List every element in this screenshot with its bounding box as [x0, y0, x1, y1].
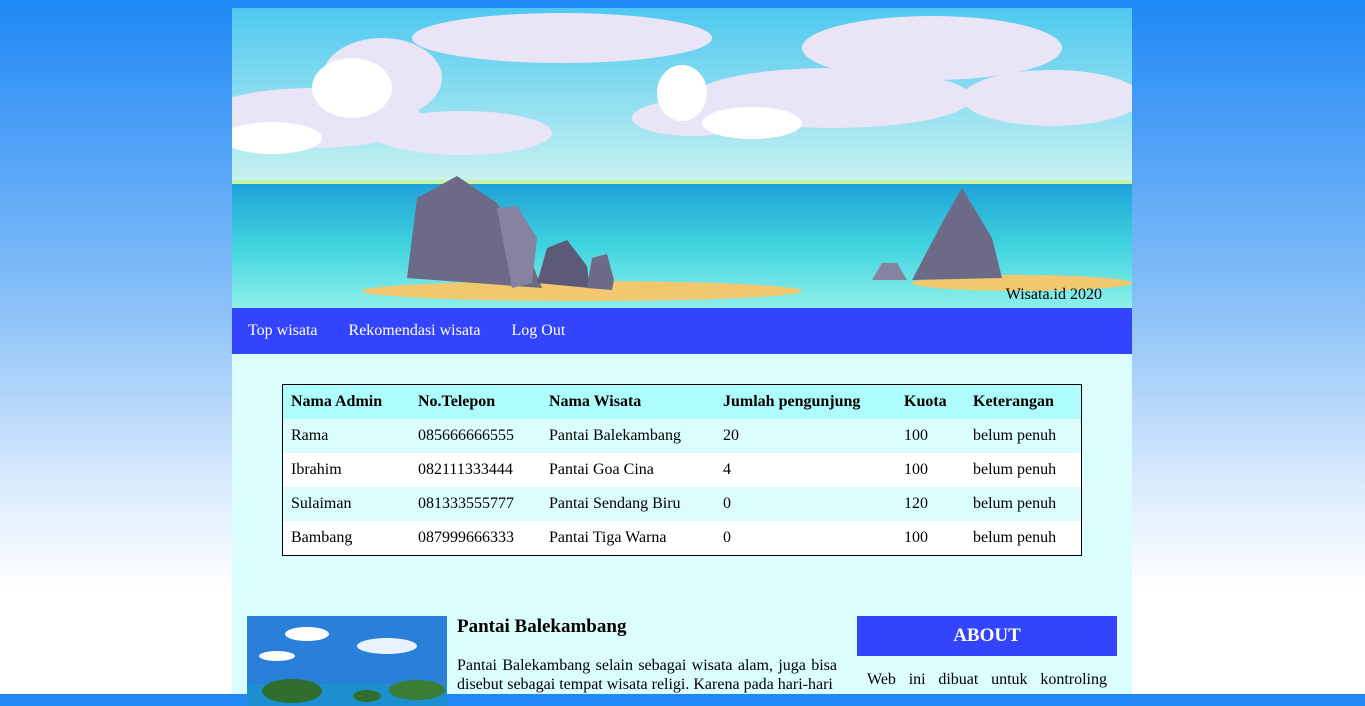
cell-nama-admin: Bambang — [282, 521, 410, 556]
about-text: Web ini dibuat untuk kontroling — [867, 671, 1107, 688]
nav-rekomendasi-wisata[interactable]: Rekomendasi wisata — [349, 322, 481, 340]
article-image — [247, 616, 447, 706]
visitor-table: Nama Admin No.Telepon Nama Wisata Jumlah… — [282, 384, 1082, 556]
header-banner: Wisata.id 2020 — [232, 8, 1132, 308]
cell-keterangan: belum penuh — [965, 487, 1082, 521]
col-header-nama-wisata: Nama Wisata — [541, 384, 715, 419]
col-header-kuota: Kuota — [896, 384, 965, 419]
nav-top-wisata[interactable]: Top wisata — [248, 322, 318, 340]
cell-nama-wisata: Pantai Balekambang — [541, 419, 715, 453]
cell-keterangan: belum penuh — [965, 521, 1082, 556]
cell-jumlah-pengunjung: 0 — [715, 487, 896, 521]
table-row: Rama 085666666555 Pantai Balekambang 20 … — [282, 419, 1082, 453]
cell-jumlah-pengunjung: 4 — [715, 453, 896, 487]
col-header-jumlah-pengunjung: Jumlah pengunjung — [715, 384, 896, 419]
main-nav: Top wisata Rekomendasi wisata Log Out — [232, 308, 1132, 354]
cell-kuota: 100 — [896, 521, 965, 556]
cell-no-telepon: 082111333444 — [410, 453, 541, 487]
cell-nama-wisata: Pantai Goa Cina — [541, 453, 715, 487]
cell-keterangan: belum penuh — [965, 453, 1082, 487]
article-title: Pantai Balekambang — [457, 616, 627, 637]
cell-jumlah-pengunjung: 20 — [715, 419, 896, 453]
cell-kuota: 100 — [896, 453, 965, 487]
cell-no-telepon: 087999666333 — [410, 521, 541, 556]
article-text: Pantai Balekambang selain sebagai wisata… — [457, 657, 837, 693]
nav-log-out[interactable]: Log Out — [512, 322, 566, 340]
banner-caption: Wisata.id 2020 — [1005, 286, 1102, 303]
col-header-keterangan: Keterangan — [965, 384, 1082, 419]
cell-nama-admin: Ibrahim — [282, 453, 410, 487]
table-row: Ibrahim 082111333444 Pantai Goa Cina 4 1… — [282, 453, 1082, 487]
cell-nama-wisata: Pantai Tiga Warna — [541, 521, 715, 556]
table-header-row: Nama Admin No.Telepon Nama Wisata Jumlah… — [282, 384, 1082, 419]
cell-keterangan: belum penuh — [965, 419, 1082, 453]
cell-nama-wisata: Pantai Sendang Biru — [541, 487, 715, 521]
cell-no-telepon: 081333555777 — [410, 487, 541, 521]
col-header-nama-admin: Nama Admin — [282, 384, 410, 419]
about-heading: ABOUT — [857, 616, 1117, 656]
beach-banner-image — [232, 8, 1132, 308]
cell-kuota: 100 — [896, 419, 965, 453]
col-header-no-telepon: No.Telepon — [410, 384, 541, 419]
page-container: Wisata.id 2020 Top wisata Rekomendasi wi… — [232, 8, 1132, 706]
cell-nama-admin: Sulaiman — [282, 487, 410, 521]
cell-jumlah-pengunjung: 0 — [715, 521, 896, 556]
cell-kuota: 120 — [896, 487, 965, 521]
cell-nama-admin: Rama — [282, 419, 410, 453]
cell-no-telepon: 085666666555 — [410, 419, 541, 453]
table-row: Sulaiman 081333555777 Pantai Sendang Bir… — [282, 487, 1082, 521]
table-row: Bambang 087999666333 Pantai Tiga Warna 0… — [282, 521, 1082, 556]
